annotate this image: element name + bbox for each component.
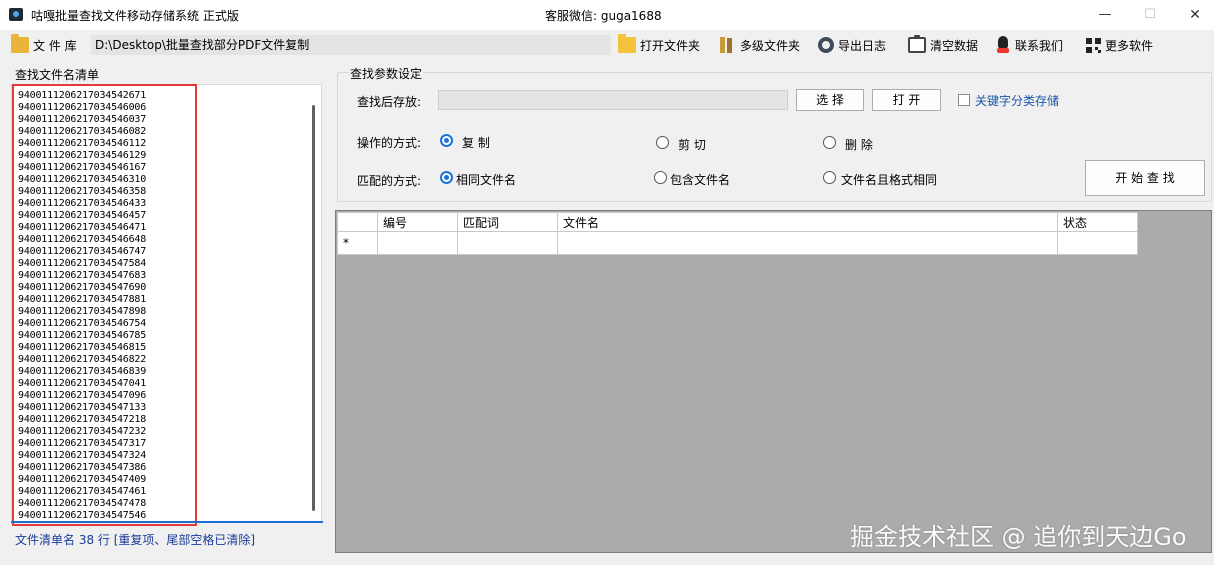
app-icon [9, 8, 23, 21]
save-label: 查找后存放: [357, 95, 422, 109]
keyword-category-checkbox[interactable] [958, 94, 970, 106]
match-label: 匹配的方式: [357, 174, 422, 188]
op-delete-radio[interactable] [823, 136, 836, 149]
list-scrollbar[interactable] [312, 105, 315, 511]
operation-label: 操作的方式: [357, 136, 422, 150]
library-button[interactable]: 文 件 库 [11, 34, 77, 56]
contact-button[interactable]: 联系我们 [995, 34, 1063, 56]
match-contains-radio[interactable] [654, 171, 667, 184]
match-same-format-radio[interactable] [823, 171, 836, 184]
op-cut-label: 剪 切 [678, 138, 706, 152]
new-row-marker: * [337, 231, 378, 255]
minimize-button[interactable]: — [1082, 0, 1128, 30]
open-folder-label: 打开文件夹 [640, 38, 701, 53]
grid-cell[interactable] [457, 231, 558, 255]
folder-icon [618, 34, 636, 53]
clear-data-button[interactable]: 清空数据 [908, 34, 978, 56]
library-label: 文 件 库 [33, 38, 77, 53]
grid-cell[interactable] [557, 231, 1058, 255]
col-number-header[interactable]: 编号 [377, 212, 458, 232]
export-log-label: 导出日志 [838, 38, 887, 53]
op-copy-label: 复 制 [462, 136, 490, 150]
col-file-name-header[interactable]: 文件名 [557, 212, 1058, 232]
support-wechat: 客服微信: guga1688 [545, 9, 662, 23]
gear-icon [818, 37, 834, 53]
list-divider [11, 521, 323, 523]
maximize-button[interactable]: ☐ [1127, 0, 1173, 30]
open-folder-button[interactable]: 打开文件夹 [618, 34, 700, 56]
books-icon [718, 37, 736, 53]
contact-label: 联系我们 [1015, 38, 1064, 53]
grid-cell[interactable] [1057, 231, 1138, 255]
match-same-format-label: 文件名且格式相同 [841, 173, 938, 187]
export-log-button[interactable]: 导出日志 [818, 34, 886, 56]
op-delete-label: 删 除 [845, 138, 873, 152]
more-software-button[interactable]: 更多软件 [1086, 34, 1153, 56]
qq-icon [995, 36, 1011, 54]
grid-row-header-corner [337, 212, 378, 232]
multi-folder-label: 多级文件夹 [740, 38, 801, 53]
open-button[interactable]: 打 开 [872, 89, 941, 111]
match-contains-label: 包含文件名 [670, 173, 731, 187]
toolbar: 文 件 库 D:\Desktop\批量查找部分PDF文件复制 打开文件夹 多级文… [0, 30, 1214, 60]
match-same-radio[interactable] [440, 171, 453, 184]
col-status-header[interactable]: 状态 [1057, 212, 1138, 232]
open-folder-icon [11, 34, 29, 53]
select-button[interactable]: 选 择 [796, 89, 864, 111]
params-group-title: 查找参数设定 [349, 65, 424, 82]
list-status: 文件清单名 38 行 [重复项、尾部空格已清除] [15, 533, 256, 547]
match-same-label: 相同文件名 [456, 173, 517, 187]
results-table: 编号 匹配词 文件名 状态 * [337, 212, 1138, 255]
grid-new-row[interactable]: * [337, 231, 1138, 255]
col-match-word-header[interactable]: 匹配词 [457, 212, 558, 232]
file-list-title: 查找文件名清单 [15, 68, 100, 82]
window-title: 咕嘎批量查找文件移动存储系统 正式版 [31, 9, 239, 23]
op-cut-radio[interactable] [656, 136, 669, 149]
qr-code-icon [1086, 37, 1101, 53]
clear-data-label: 清空数据 [930, 38, 979, 53]
close-button[interactable]: ✕ [1172, 0, 1214, 30]
grid-header-row: 编号 匹配词 文件名 状态 [337, 212, 1138, 232]
save-path-input[interactable] [438, 90, 788, 110]
multi-folder-button[interactable]: 多级文件夹 [718, 34, 800, 56]
more-software-label: 更多软件 [1105, 38, 1154, 53]
title-bar: 咕嘎批量查找文件移动存储系统 正式版 客服微信: guga1688 — ☐ ✕ [0, 0, 1214, 30]
grid-cell[interactable] [377, 231, 458, 255]
highlight-box [12, 84, 197, 526]
clipboard-icon [908, 35, 926, 53]
keyword-category-label: 关键字分类存储 [975, 94, 1060, 108]
op-copy-radio[interactable] [440, 134, 453, 147]
start-search-button[interactable]: 开 始 查 找 [1085, 160, 1205, 196]
library-path: D:\Desktop\批量查找部分PDF文件复制 [91, 35, 611, 55]
results-grid[interactable]: 编号 匹配词 文件名 状态 * [335, 210, 1212, 553]
watermark: 掘金技术社区 @ 追你到天边Go [850, 523, 1187, 551]
